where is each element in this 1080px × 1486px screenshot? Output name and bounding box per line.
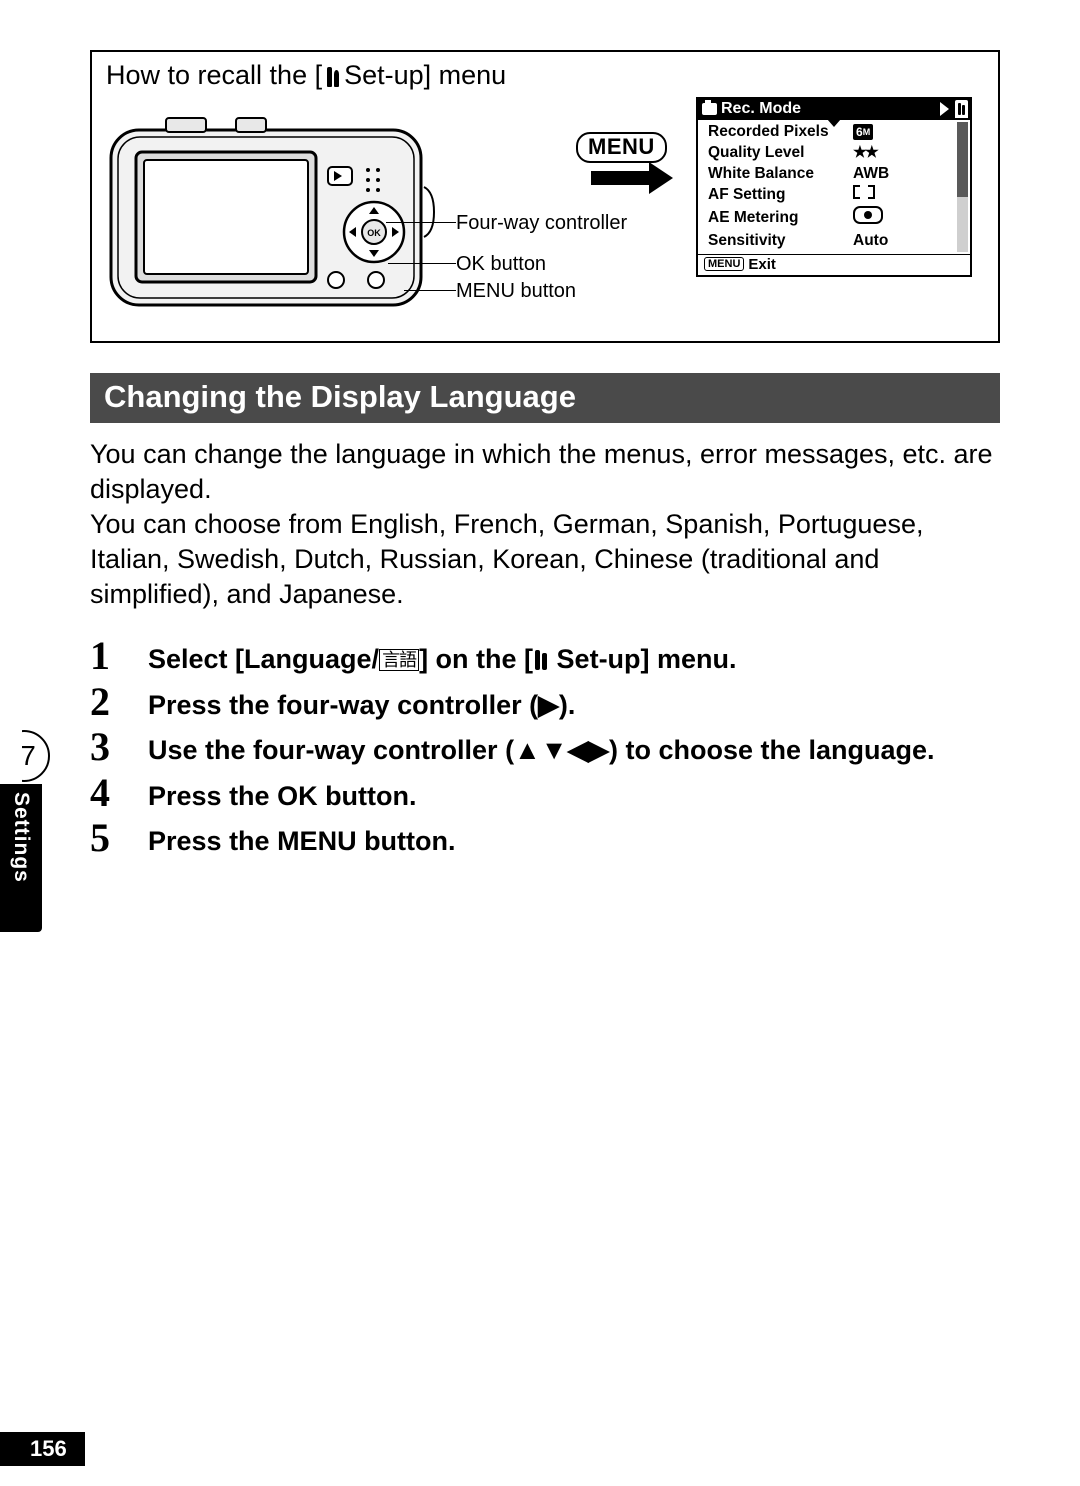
screen-header-title: Rec. Mode xyxy=(721,100,801,118)
steps-list: 1 Select [Language/言語] on the [ Set-up] m… xyxy=(90,636,1000,859)
screen-row: SensitivityAuto xyxy=(708,231,970,252)
screen-row-value: 6M xyxy=(853,122,970,143)
side-tab: 7 Settings xyxy=(0,730,56,930)
tools-icon xyxy=(535,650,547,670)
screen-footer: MENU Exit xyxy=(698,254,970,275)
tools-icon xyxy=(958,103,965,115)
page-content: How to recall the [ Set-up] menu xyxy=(90,50,1000,864)
screen-row-key: Sensitivity xyxy=(708,231,853,252)
step-number: 3 xyxy=(90,727,122,767)
step-number: 2 xyxy=(90,682,122,722)
screen-row: Quality Level★★ xyxy=(708,143,970,164)
af-area-icon xyxy=(853,185,875,199)
step-number: 5 xyxy=(90,818,122,858)
screen-row-key: AF Setting xyxy=(708,185,853,206)
step-text: Press the four-way controller (▶). xyxy=(148,682,575,723)
screen-body: Recorded Pixels6MQuality Level★★White Ba… xyxy=(698,120,970,254)
screen-header: Rec. Mode xyxy=(698,99,970,120)
recall-title: How to recall the [ Set-up] menu xyxy=(106,60,984,91)
screen-row-key: White Balance xyxy=(708,164,853,185)
screen-row: AE Metering xyxy=(708,206,970,231)
chevron-down-icon xyxy=(827,119,841,127)
screen-row-value: AWB xyxy=(853,164,970,185)
step: 5 Press the MENU button. xyxy=(90,818,1000,859)
step: 1 Select [Language/言語] on the [ Set-up] m… xyxy=(90,636,1000,677)
menu-arrow-group: MENU xyxy=(576,132,667,185)
screen-row-value: Auto xyxy=(853,231,970,252)
chapter-label: Settings xyxy=(0,784,42,932)
screen-row-value: ★★ xyxy=(853,143,970,164)
page-number: 156 xyxy=(0,1432,85,1466)
step-number: 4 xyxy=(90,773,122,813)
step-text: Use the four-way controller (▲▼◀▶) to ch… xyxy=(148,727,935,768)
label-menu: MENU button xyxy=(456,280,576,303)
menu-badge: MENU xyxy=(576,132,667,163)
ae-metering-icon xyxy=(853,206,883,224)
step-text: Select [Language/言語] on the [ Set-up] me… xyxy=(148,636,737,677)
recall-title-post: Set-up] menu xyxy=(344,60,506,91)
step: 4 Press the OK button. xyxy=(90,773,1000,814)
section-heading: Changing the Display Language xyxy=(90,373,1000,423)
screen-row-key: AE Metering xyxy=(708,208,853,229)
screen-row-key: Quality Level xyxy=(708,143,853,164)
rec-mode-screen: Rec. Mode Recorded Pixels6MQuality Level… xyxy=(696,97,972,277)
menu-chip: MENU xyxy=(704,257,744,271)
camera-labels: Four-way controller OK button MENU butto… xyxy=(456,212,627,303)
screen-row-value xyxy=(853,206,970,231)
intro-text: You can change the language in which the… xyxy=(90,437,1000,612)
tools-tab xyxy=(955,100,968,118)
svg-text:OK: OK xyxy=(367,228,381,238)
screen-row: White BalanceAWB xyxy=(708,164,970,185)
label-fourway: Four-way controller xyxy=(456,212,627,235)
recall-body: OK Four-way controller xyxy=(106,97,984,312)
step-number: 1 xyxy=(90,636,122,676)
recall-title-pre: How to recall the [ xyxy=(106,60,322,91)
label-ok: OK button xyxy=(456,253,546,276)
camera-icon xyxy=(702,103,717,115)
screen-row: AF Setting xyxy=(708,185,970,206)
triangle-right-icon xyxy=(940,102,949,116)
step: 2 Press the four-way controller (▶). xyxy=(90,682,1000,723)
scrollbar xyxy=(957,122,968,252)
tools-icon xyxy=(327,65,339,87)
language-glyph: 言語 xyxy=(379,649,419,671)
screen-footer-text: Exit xyxy=(748,256,776,273)
screen-row-value xyxy=(853,185,970,206)
chapter-number-circle: 7 xyxy=(0,730,50,782)
arrow-right-icon xyxy=(591,171,651,185)
camera-svg: OK xyxy=(106,112,436,322)
recall-setup-box: How to recall the [ Set-up] menu xyxy=(90,50,1000,343)
step-text: Press the MENU button. xyxy=(148,818,456,859)
step-text: Press the OK button. xyxy=(148,773,417,814)
step: 3 Use the four-way controller (▲▼◀▶) to c… xyxy=(90,727,1000,768)
